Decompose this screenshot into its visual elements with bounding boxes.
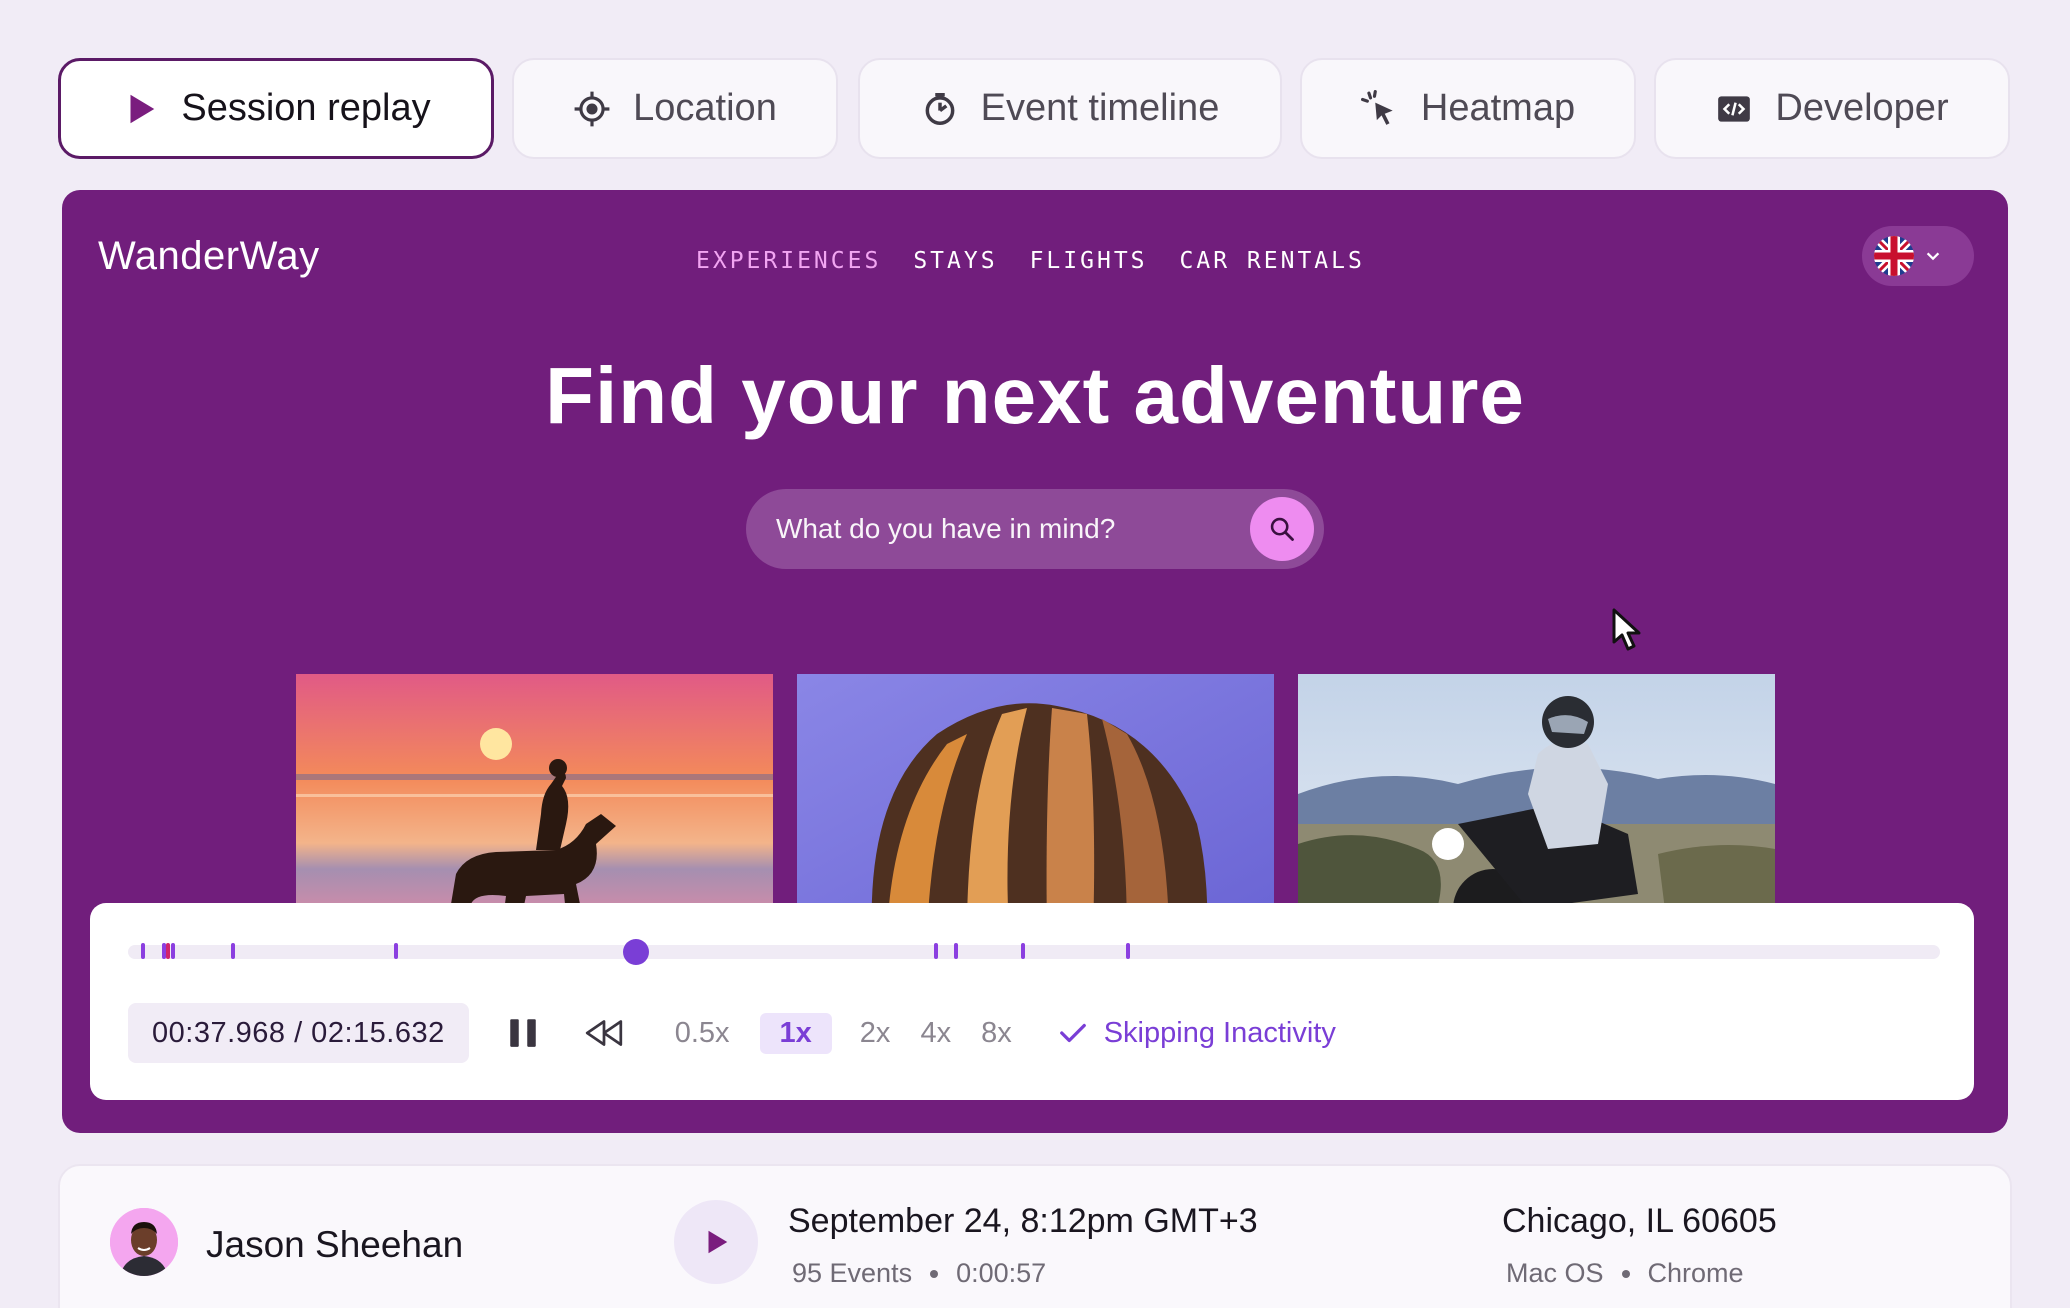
timer-icon <box>921 90 959 128</box>
tab-label: Heatmap <box>1420 87 1576 129</box>
search-icon <box>1270 517 1294 541</box>
user-name: Jason Sheehan <box>206 1224 464 1265</box>
crosshair-icon <box>573 90 611 128</box>
operating-system: Mac OS <box>1506 1258 1604 1288</box>
tab-label: Event timeline <box>980 87 1220 129</box>
tab-label: Location <box>633 87 777 129</box>
tab-session-replay[interactable]: Session replay <box>58 58 494 159</box>
rewind-button[interactable] <box>583 1015 625 1051</box>
speed-0.5x[interactable]: 0.5x <box>675 1017 730 1050</box>
timeline-event-marker[interactable] <box>1021 943 1026 959</box>
tab-event-timeline[interactable]: Event timeline <box>858 58 1282 159</box>
speed-1x[interactable]: 1x <box>759 1012 832 1054</box>
playhead-handle[interactable] <box>622 939 649 965</box>
separator-dot <box>930 1269 939 1278</box>
session-duration: 0:00:57 <box>956 1258 1047 1288</box>
speed-2x[interactable]: 2x <box>860 1017 891 1050</box>
site-nav: EXPERIENCES STAYS FLIGHTS CAR RENTALS <box>696 248 1365 274</box>
language-selector[interactable] <box>1862 226 1974 286</box>
code-icon <box>1715 90 1753 128</box>
tab-location[interactable]: Location <box>512 58 838 159</box>
skip-inactivity-toggle[interactable]: Skipping Inactivity <box>1058 1017 1336 1050</box>
search-button[interactable] <box>1250 497 1314 561</box>
rewind-icon <box>585 1020 622 1046</box>
session-card[interactable]: Jason Sheehan September 24, 8:12pm GMT+3… <box>58 1164 2012 1308</box>
timeline-event-marker[interactable] <box>1126 943 1131 959</box>
browser-name: Chrome <box>1647 1258 1744 1288</box>
session-environment: Mac OS Chrome <box>1506 1258 1744 1289</box>
search-input[interactable] <box>776 489 1216 569</box>
mouse-cursor-icon <box>1612 608 1641 651</box>
timeline-event-marker[interactable] <box>140 943 145 959</box>
timeline-event-marker[interactable] <box>934 943 939 959</box>
avatar <box>110 1208 178 1276</box>
play-icon <box>121 90 159 128</box>
play-icon <box>708 1230 728 1254</box>
hero-headline: Find your next adventure <box>545 351 1525 440</box>
speed-8x[interactable]: 8x <box>981 1017 1012 1050</box>
click-pointer-icon <box>1360 89 1399 128</box>
player-controls: 00:37.968 / 02:15.632 0.5x 1x 2x 4x 8x S… <box>128 1003 1336 1063</box>
pause-icon <box>509 1019 536 1047</box>
pause-button[interactable] <box>505 1015 541 1051</box>
skip-inactivity-label: Skipping Inactivity <box>1103 1016 1336 1049</box>
timeline-event-marker[interactable] <box>231 943 236 959</box>
event-count: 95 Events <box>792 1258 913 1288</box>
uk-flag-icon <box>1874 236 1914 276</box>
tab-label: Session replay <box>181 87 431 129</box>
replay-timeline[interactable] <box>128 939 1940 965</box>
nav-flights[interactable]: FLIGHTS <box>1030 248 1148 274</box>
tab-label: Developer <box>1775 87 1949 129</box>
nav-stays[interactable]: STAYS <box>913 248 997 274</box>
timeline-event-marker[interactable] <box>394 943 399 959</box>
tab-developer[interactable]: Developer <box>1654 58 2010 159</box>
timeline-error-marker[interactable] <box>166 943 171 959</box>
nav-car-rentals[interactable]: CAR RENTALS <box>1180 248 1365 274</box>
separator-dot <box>1621 1269 1630 1278</box>
nav-experiences[interactable]: EXPERIENCES <box>696 248 881 274</box>
timeline-event-marker[interactable] <box>954 943 959 959</box>
playback-time: 00:37.968 / 02:15.632 <box>128 1003 469 1063</box>
tab-heatmap[interactable]: Heatmap <box>1300 58 1636 159</box>
app-frame: Session replay Location Event timeline H… <box>0 0 2070 1308</box>
site-logo[interactable]: WanderWay <box>98 234 320 279</box>
photo-horse-rider-sunset[interactable] <box>296 674 773 934</box>
chevron-down-icon <box>1926 252 1940 261</box>
photo-hot-air-balloon[interactable] <box>797 674 1274 934</box>
speed-4x[interactable]: 4x <box>920 1017 951 1050</box>
site-search <box>746 489 1324 569</box>
replay-player: 00:37.968 / 02:15.632 0.5x 1x 2x 4x 8x S… <box>90 903 1974 1100</box>
session-date: September 24, 8:12pm GMT+3 <box>788 1202 1258 1240</box>
session-stats: 95 Events 0:00:57 <box>792 1258 1046 1289</box>
session-location: Chicago, IL 60605 <box>1502 1202 1777 1240</box>
play-session-button[interactable] <box>674 1200 758 1284</box>
check-icon <box>1059 1023 1086 1043</box>
session-replay-viewport: WanderWay EXPERIENCES STAYS FLIGHTS CAR … <box>62 190 2008 1133</box>
photo-motorcycle-rider[interactable] <box>1298 674 1775 934</box>
timeline-event-marker[interactable] <box>171 943 176 959</box>
